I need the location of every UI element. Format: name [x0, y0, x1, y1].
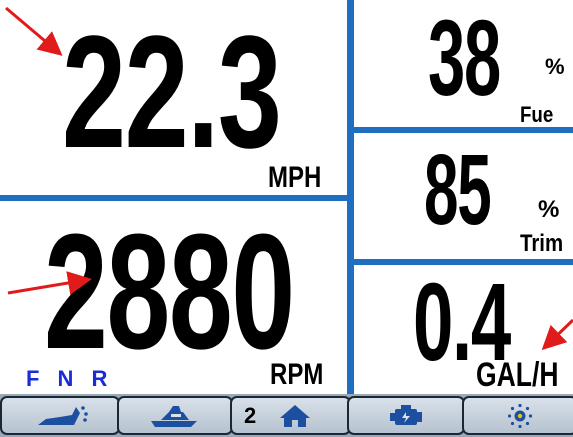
- fuel-flow-unit: GAL/H: [476, 356, 559, 394]
- right-divider-top: [350, 127, 573, 133]
- brightness-icon: [505, 403, 535, 429]
- trim-label: Trim: [520, 230, 564, 257]
- boat-button[interactable]: [117, 396, 233, 435]
- speed-unit: MPH: [268, 161, 322, 194]
- brightness-button[interactable]: [462, 396, 573, 435]
- speed-value: 22.3: [62, 2, 282, 181]
- trim-percent-sign: %: [538, 196, 560, 223]
- trim-value: 85: [424, 134, 492, 246]
- home-icon: [278, 403, 312, 429]
- gauge-screen: 22.3 MPH 2880 RPM F N R 38 % Fue 85 % Tr…: [0, 0, 573, 437]
- bottom-toolbar: 2: [0, 394, 573, 437]
- arrow-fuel-flow: [541, 318, 573, 351]
- home-button[interactable]: 2: [230, 396, 351, 435]
- fuel-level-value: 38: [428, 0, 501, 118]
- fuel-percent-sign: %: [545, 54, 565, 79]
- fuel-label: Fue: [520, 102, 554, 127]
- engine-icon: [386, 403, 426, 429]
- engine-button[interactable]: [347, 396, 465, 435]
- foot-pedal-icon: [30, 403, 90, 429]
- rpm-unit: RPM: [270, 358, 324, 391]
- home-button-number: 2: [244, 402, 257, 428]
- rpm-value: 2880: [44, 200, 295, 383]
- pedal-button[interactable]: [0, 396, 120, 435]
- boat-icon: [147, 403, 203, 429]
- gear-indicator: F N R: [26, 366, 114, 391]
- arrow-speed: [5, 6, 63, 56]
